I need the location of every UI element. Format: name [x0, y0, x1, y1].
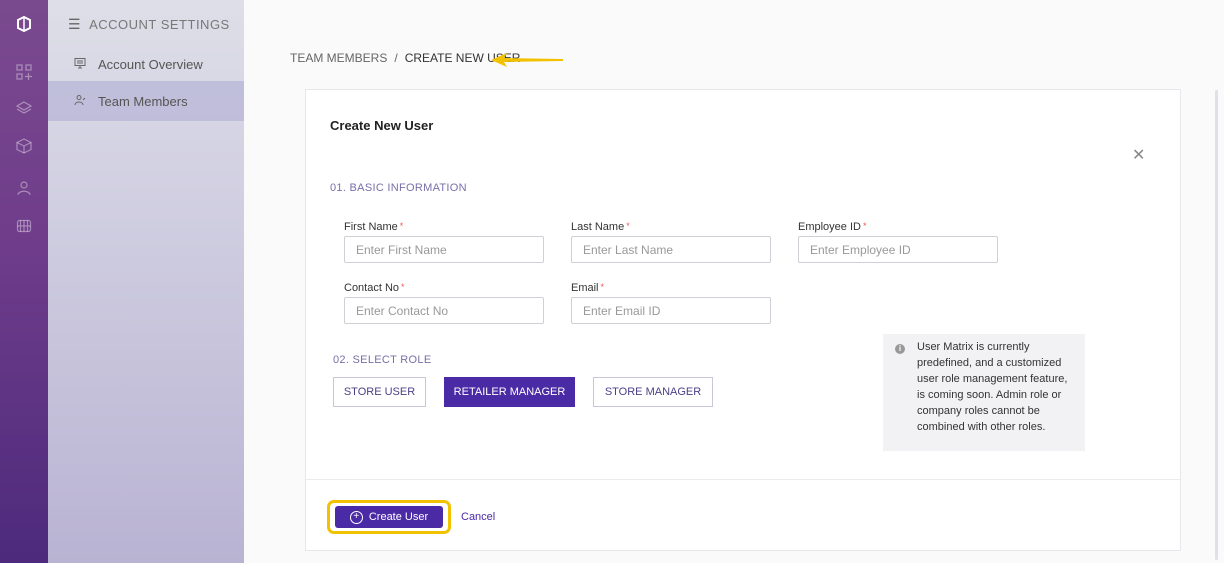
menu-icon[interactable]: ☰	[68, 16, 81, 33]
email-input[interactable]	[571, 297, 771, 324]
employee-id-label: Employee ID *	[798, 221, 867, 233]
divider	[306, 479, 1180, 480]
sidebar-header-label: ACCOUNT SETTINGS	[89, 17, 230, 32]
box-icon[interactable]	[14, 136, 34, 156]
sidebar-item-team-members[interactable]: Team Members	[48, 81, 244, 121]
breadcrumb: TEAM MEMBERS / CREATE NEW USER	[290, 51, 520, 65]
sidebar: ☰ ACCOUNT SETTINGS Account Overview Team…	[48, 0, 244, 563]
scrollbar[interactable]	[1215, 90, 1218, 560]
role-retailer-manager-button[interactable]: RETAILER MANAGER	[444, 377, 575, 407]
role-store-manager-button[interactable]: STORE MANAGER	[593, 377, 713, 407]
layers-icon[interactable]	[14, 98, 34, 118]
close-icon[interactable]: ✕	[1132, 145, 1145, 165]
info-box: i User Matrix is currently predefined, a…	[883, 334, 1085, 451]
globe-icon[interactable]	[14, 216, 34, 236]
info-text: User Matrix is currently predefined, and…	[917, 341, 1068, 433]
sidebar-item-account-overview[interactable]: Account Overview	[48, 44, 244, 84]
create-user-card: Create New User ✕ 01. BASIC INFORMATION …	[305, 89, 1181, 551]
section-select-role: 02. SELECT ROLE	[333, 354, 432, 366]
monitor-icon	[74, 57, 88, 72]
plus-circle-icon: +	[349, 510, 363, 524]
highlight-arrow-icon	[491, 53, 563, 67]
first-name-input[interactable]	[344, 236, 544, 263]
employee-id-input[interactable]	[798, 236, 998, 263]
create-user-highlight: + Create User	[327, 500, 451, 534]
create-user-button[interactable]: + Create User	[335, 506, 443, 528]
first-name-label: First Name *	[344, 221, 404, 233]
card-title: Create New User	[330, 118, 434, 133]
info-icon: i	[895, 344, 905, 354]
breadcrumb-separator: /	[394, 51, 398, 65]
contact-no-label: Contact No *	[344, 282, 405, 294]
app-rail	[0, 0, 48, 563]
breadcrumb-parent[interactable]: TEAM MEMBERS	[290, 51, 387, 65]
grid-icon[interactable]	[14, 62, 34, 82]
cancel-link[interactable]: Cancel	[461, 511, 495, 523]
last-name-label: Last Name *	[571, 221, 630, 233]
logo-icon[interactable]	[14, 14, 34, 34]
users-icon	[74, 94, 88, 109]
last-name-input[interactable]	[571, 236, 771, 263]
sidebar-header: ☰ ACCOUNT SETTINGS	[68, 16, 230, 33]
user-icon[interactable]	[14, 178, 34, 198]
sidebar-item-label: Account Overview	[98, 56, 203, 72]
sidebar-item-label: Team Members	[98, 93, 188, 109]
role-store-user-button[interactable]: STORE USER	[333, 377, 426, 407]
create-user-label: Create User	[368, 511, 429, 523]
contact-no-input[interactable]	[344, 297, 544, 324]
email-label: Email *	[571, 282, 605, 294]
section-basic-info: 01. BASIC INFORMATION	[330, 182, 467, 194]
main-content: TEAM MEMBERS / CREATE NEW USER Create Ne…	[244, 0, 1224, 563]
